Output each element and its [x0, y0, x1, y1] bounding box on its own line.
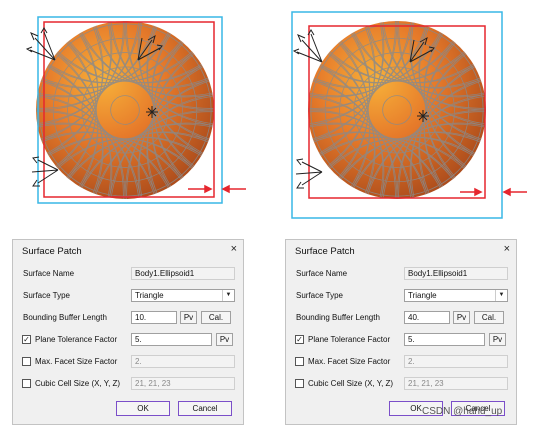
cal-button[interactable]: Cal.: [201, 311, 231, 324]
arrow-red-right: [460, 187, 527, 197]
sphere-right: [307, 20, 487, 200]
cancel-button[interactable]: Cancel: [178, 401, 232, 416]
chevron-down-icon: ▼: [495, 290, 507, 301]
max-facet-size-checkbox[interactable]: [295, 357, 304, 366]
cubic-cell-size-input: 21, 21, 23: [131, 377, 235, 390]
viewport-right: [291, 11, 527, 219]
surface-type-value: Triangle: [135, 291, 164, 300]
cal-button[interactable]: Cal.: [474, 311, 504, 324]
ok-button[interactable]: OK: [116, 401, 170, 416]
plane-tolerance-label: Plane Tolerance Factor: [308, 335, 391, 344]
max-facet-size-checkbox[interactable]: [22, 357, 31, 366]
pv-button[interactable]: Pv: [180, 311, 197, 324]
cubic-cell-size-label: Cubic Cell Size (X, Y, Z): [35, 379, 121, 388]
plane-tolerance-input[interactable]: 5.: [404, 333, 485, 346]
surface-name-label: Surface Name: [296, 269, 348, 278]
surface-type-value: Triangle: [408, 291, 437, 300]
bounding-buffer-length-input[interactable]: 10.: [131, 311, 177, 324]
surface-type-select[interactable]: Triangle ▼: [131, 289, 235, 302]
dialog-title: Surface Patch: [295, 246, 355, 257]
plane-tolerance-label: Plane Tolerance Factor: [35, 335, 118, 344]
max-facet-size-label: Max. Facet Size Factor: [35, 357, 118, 366]
pv-button[interactable]: Pv: [453, 311, 470, 324]
surface-type-label: Surface Type: [296, 291, 343, 300]
max-facet-size-input: 2.: [404, 355, 508, 368]
close-icon[interactable]: ×: [231, 243, 237, 255]
surface-name-label: Surface Name: [23, 269, 75, 278]
bounding-buffer-length-label: Bounding Buffer Length: [296, 313, 380, 322]
check-icon: ✓: [296, 335, 303, 344]
surface-patch-dialog-right: Surface Patch × Surface Name Body1.Ellip…: [285, 239, 517, 425]
close-icon[interactable]: ×: [504, 243, 510, 255]
check-icon: ✓: [23, 335, 30, 344]
bounding-buffer-length-input[interactable]: 40.: [404, 311, 450, 324]
surface-name-field: Body1.Ellipsoid1: [131, 267, 235, 280]
cubic-cell-size-checkbox[interactable]: [22, 379, 31, 388]
plane-tolerance-input[interactable]: 5.: [131, 333, 212, 346]
surface-patch-dialog-left: Surface Patch × Surface Name Body1.Ellip…: [12, 239, 244, 425]
max-facet-size-label: Max. Facet Size Factor: [308, 357, 391, 366]
watermark: CSDN @hahd_up: [422, 406, 503, 417]
plane-tolerance-checkbox[interactable]: ✓: [295, 335, 304, 344]
surface-type-label: Surface Type: [23, 291, 70, 300]
cubic-cell-size-input: 21, 21, 23: [404, 377, 508, 390]
max-facet-size-input: 2.: [131, 355, 235, 368]
plane-tolerance-checkbox[interactable]: ✓: [22, 335, 31, 344]
bounding-buffer-length-label: Bounding Buffer Length: [23, 313, 107, 322]
surface-type-select[interactable]: Triangle ▼: [404, 289, 508, 302]
chevron-down-icon: ▼: [222, 290, 234, 301]
surface-name-field: Body1.Ellipsoid1: [404, 267, 508, 280]
pv-button-2[interactable]: Pv: [216, 333, 233, 346]
cubic-cell-size-checkbox[interactable]: [295, 379, 304, 388]
cubic-cell-size-label: Cubic Cell Size (X, Y, Z): [308, 379, 394, 388]
pv-button-2[interactable]: Pv: [489, 333, 506, 346]
dialog-title: Surface Patch: [22, 246, 82, 257]
